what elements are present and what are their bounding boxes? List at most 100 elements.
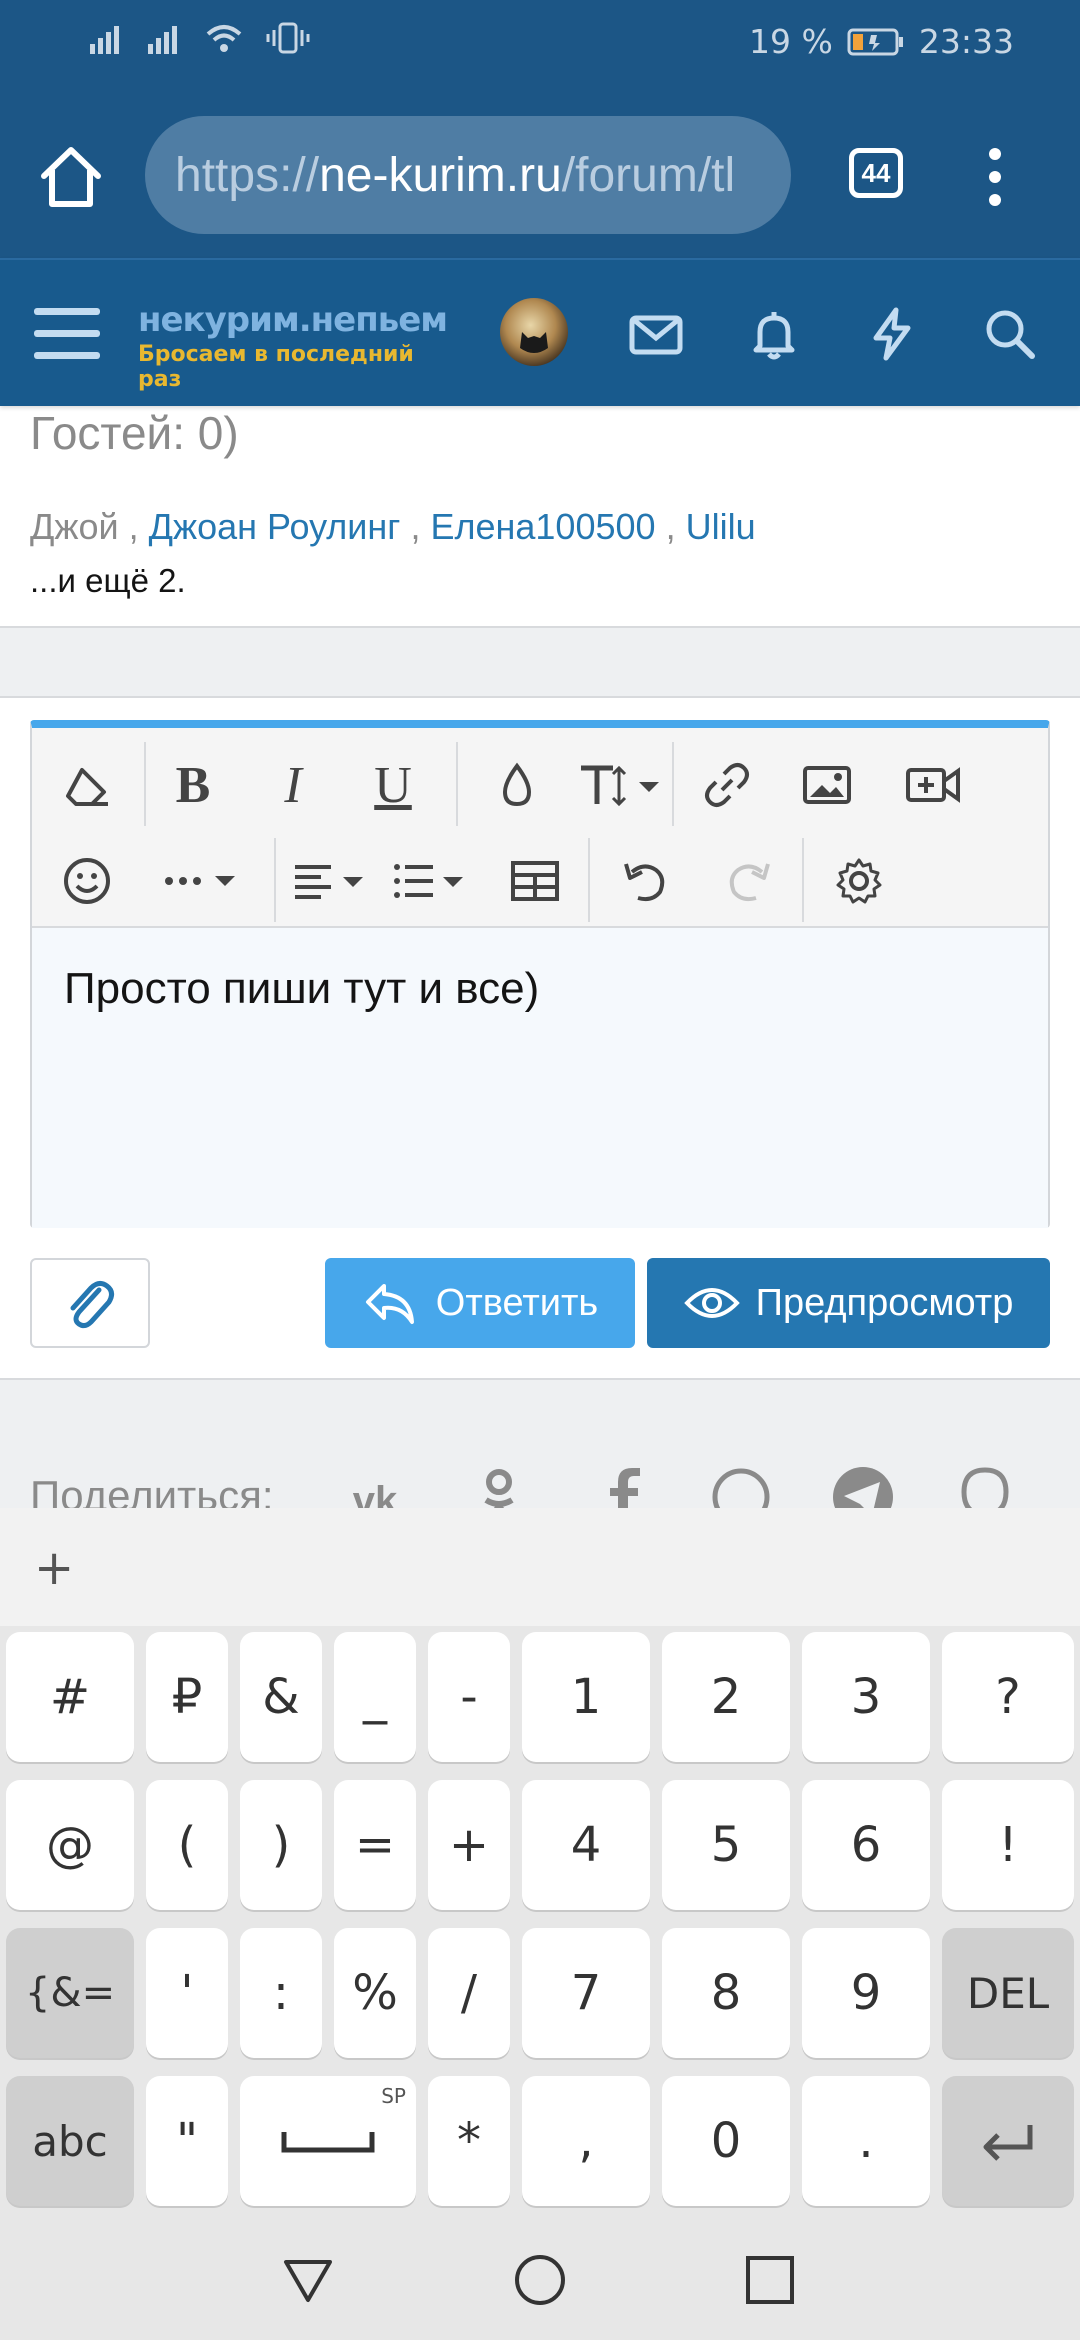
key[interactable]: * <box>428 2076 510 2206</box>
key[interactable]: . <box>802 2076 930 2206</box>
attach-files-button[interactable] <box>30 1258 150 1348</box>
delete-key[interactable]: DEL <box>942 1928 1074 2058</box>
hamburger-menu-icon[interactable] <box>34 306 100 362</box>
search-icon[interactable] <box>982 306 1038 362</box>
editor-text-area[interactable]: Просто пиши тут и все) <box>32 928 1048 1228</box>
space-key[interactable]: SP <box>240 2076 416 2206</box>
facebook-icon[interactable] <box>588 1462 658 1508</box>
more-vert-icon[interactable] <box>970 142 1020 212</box>
clear-formatting-button[interactable] <box>52 750 122 820</box>
key[interactable]: % <box>334 1928 416 2058</box>
site-logo[interactable]: некурим.непьем Бросаем в последний раз <box>138 300 448 392</box>
key[interactable]: 6 <box>802 1780 930 1910</box>
redo-button[interactable] <box>714 846 784 916</box>
font-size-button[interactable] <box>572 750 672 820</box>
key[interactable]: ( <box>146 1780 228 1910</box>
insert-link-button[interactable] <box>692 750 762 820</box>
key[interactable]: 3 <box>802 1632 930 1762</box>
recents-square-icon[interactable] <box>742 2252 798 2308</box>
key[interactable]: 8 <box>662 1928 790 2058</box>
online-user-link[interactable]: Елена100500 <box>430 506 655 547</box>
abc-key[interactable]: abc <box>6 2076 134 2206</box>
preview-label: Предпросмотр <box>755 1281 1014 1324</box>
tab-switcher-button[interactable]: 44 <box>849 148 903 198</box>
key[interactable]: 1 <box>522 1632 650 1762</box>
vibrate-icon <box>266 22 310 54</box>
key[interactable]: @ <box>6 1780 134 1910</box>
more-options-button[interactable] <box>144 846 264 916</box>
key[interactable]: 5 <box>662 1780 790 1910</box>
undo-button[interactable] <box>610 846 680 916</box>
align-button[interactable] <box>288 846 378 916</box>
status-left-icons <box>88 20 310 56</box>
online-user-link[interactable]: Джоан Роулинг <box>149 506 401 547</box>
key[interactable]: ? <box>942 1632 1074 1762</box>
insert-image-button[interactable] <box>792 750 862 820</box>
smilies-button[interactable] <box>52 846 122 916</box>
keyboard-plus-button[interactable]: + <box>34 1540 74 1596</box>
key[interactable]: ) <box>240 1780 322 1910</box>
svg-text:vk: vk <box>353 1479 398 1508</box>
key[interactable]: / <box>428 1928 510 2058</box>
toolbar-separator <box>672 742 674 826</box>
underline-icon: U <box>374 756 412 814</box>
telegram-icon[interactable] <box>828 1462 898 1508</box>
italic-button[interactable]: I <box>258 750 328 820</box>
reply-button[interactable]: Ответить <box>325 1258 635 1348</box>
lightning-icon[interactable] <box>864 306 920 362</box>
paperclip-icon <box>70 1280 115 1329</box>
whatsapp-icon[interactable] <box>706 1462 776 1508</box>
key[interactable]: 4 <box>522 1780 650 1910</box>
online-user-plain: Джой <box>30 506 119 547</box>
list-icon <box>394 864 463 898</box>
key[interactable]: + <box>428 1780 510 1910</box>
key[interactable]: & <box>240 1632 322 1762</box>
back-triangle-icon[interactable] <box>280 2252 336 2308</box>
vk-icon[interactable]: vk <box>340 1462 410 1508</box>
video-plus-icon <box>906 767 960 803</box>
wifi-icon <box>206 25 242 52</box>
enter-key[interactable] <box>942 2076 1074 2206</box>
key[interactable]: : <box>240 1928 322 2058</box>
reply-icon <box>365 1284 414 1324</box>
odnoklassniki-icon[interactable] <box>464 1462 534 1508</box>
editor-settings-button[interactable] <box>824 846 894 916</box>
key[interactable]: ' <box>146 1928 228 2058</box>
online-user-link[interactable]: Ulilu <box>686 506 756 547</box>
symbol-keyboard: # ₽ & _ - 1 2 3 ? @ ( ) = + 4 5 6 ! {&= … <box>0 1626 1080 2222</box>
editor-toolbar: B I U <box>32 728 1048 928</box>
bell-icon[interactable] <box>746 306 802 362</box>
key[interactable]: 7 <box>522 1928 650 2058</box>
reply-editor: B I U Просто пиши тут и все) <box>30 720 1050 1228</box>
user-avatar[interactable] <box>500 298 568 366</box>
insert-table-button[interactable] <box>500 846 570 916</box>
key[interactable]: 9 <box>802 1928 930 2058</box>
address-bar[interactable]: https://ne-kurim.ru/forum/tl <box>145 116 791 234</box>
key[interactable]: ₽ <box>146 1632 228 1762</box>
key[interactable]: , <box>522 2076 650 2206</box>
key[interactable]: " <box>146 2076 228 2206</box>
viber-icon[interactable] <box>950 1462 1020 1508</box>
preview-button[interactable]: Предпросмотр <box>647 1258 1050 1348</box>
key[interactable]: - <box>428 1632 510 1762</box>
bold-button[interactable]: B <box>158 750 228 820</box>
key[interactable]: 0 <box>662 2076 790 2206</box>
url-text: https://ne-kurim.ru/forum/tl <box>175 148 735 203</box>
home-circle-icon[interactable] <box>512 2252 568 2308</box>
key[interactable]: = <box>334 1780 416 1910</box>
list-button[interactable] <box>388 846 478 916</box>
key[interactable]: # <box>6 1632 134 1762</box>
key[interactable]: _ <box>334 1632 416 1762</box>
mail-icon[interactable] <box>628 306 684 362</box>
gear-icon <box>836 858 882 904</box>
underline-button[interactable]: U <box>358 750 428 820</box>
home-icon[interactable] <box>36 142 106 212</box>
more-users-link[interactable]: ...и ещё 2. <box>30 562 186 600</box>
key[interactable]: ! <box>942 1780 1074 1910</box>
symbol-page-key[interactable]: {&= <box>6 1928 134 2058</box>
logo-title: некурим.непьем <box>138 300 448 340</box>
enter-icon <box>983 2125 1033 2161</box>
insert-media-button[interactable] <box>898 750 968 820</box>
key[interactable]: 2 <box>662 1632 790 1762</box>
text-color-button[interactable] <box>482 750 552 820</box>
